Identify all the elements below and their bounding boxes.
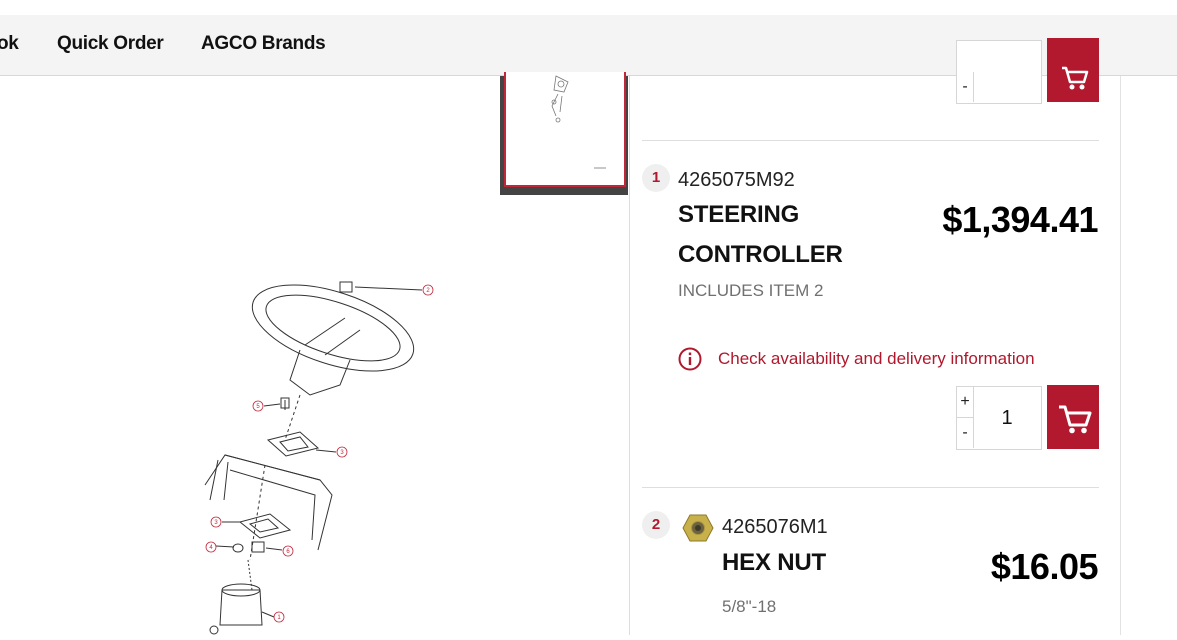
- availability-text: Check availability and delivery informat…: [718, 349, 1035, 368]
- qty-decrement-button[interactable]: -: [957, 418, 974, 448]
- hex-nut-thumbnail-icon[interactable]: [682, 513, 714, 543]
- quantity-stepper-prev[interactable]: -: [956, 40, 1042, 104]
- row-divider: [642, 487, 1099, 488]
- item-number-badge: 2: [642, 511, 670, 539]
- panel-divider: [629, 76, 630, 635]
- part-name-line2: CONTROLLER: [678, 241, 843, 268]
- part-name: HEX NUT: [722, 549, 826, 576]
- add-to-cart-button-prev[interactable]: [1047, 38, 1099, 102]
- part-note: INCLUDES ITEM 2: [678, 281, 824, 300]
- qty-increment-button[interactable]: +: [957, 387, 974, 418]
- diagram-thumbnail-page: [504, 72, 626, 187]
- nav-item-partial[interactable]: ok: [0, 33, 19, 55]
- diagram-thumbnail[interactable]: [500, 72, 628, 195]
- quantity-stepper[interactable]: + - 1: [956, 386, 1042, 450]
- part-name-line1: STEERING: [678, 201, 800, 228]
- nav-item-quick-order[interactable]: Quick Order: [57, 33, 164, 55]
- part-price: $16.05: [990, 546, 1099, 587]
- part-price: $1,394.41: [942, 199, 1098, 240]
- part-note: 5/8"-18: [722, 597, 777, 616]
- nav-item-agco-brands[interactable]: AGCO Brands: [201, 33, 326, 55]
- thumbnail-drawing: [551, 75, 606, 169]
- panel-right-edge: [1120, 76, 1121, 635]
- part-number: 4265076M1: [722, 516, 828, 538]
- row-divider: [642, 140, 1099, 141]
- cart-icon: [1062, 66, 1089, 90]
- add-to-cart-button[interactable]: [1047, 385, 1099, 449]
- qty-decrement-button[interactable]: -: [957, 72, 974, 102]
- info-icon: [678, 347, 702, 371]
- item-number-badge: 1: [642, 164, 670, 192]
- availability-link[interactable]: Check availability and delivery informat…: [678, 345, 1035, 373]
- quantity-input[interactable]: 1: [974, 387, 1040, 449]
- part-number: 4265075M92: [678, 169, 795, 191]
- top-spacer: [0, 0, 1177, 15]
- cart-icon: [1059, 405, 1092, 434]
